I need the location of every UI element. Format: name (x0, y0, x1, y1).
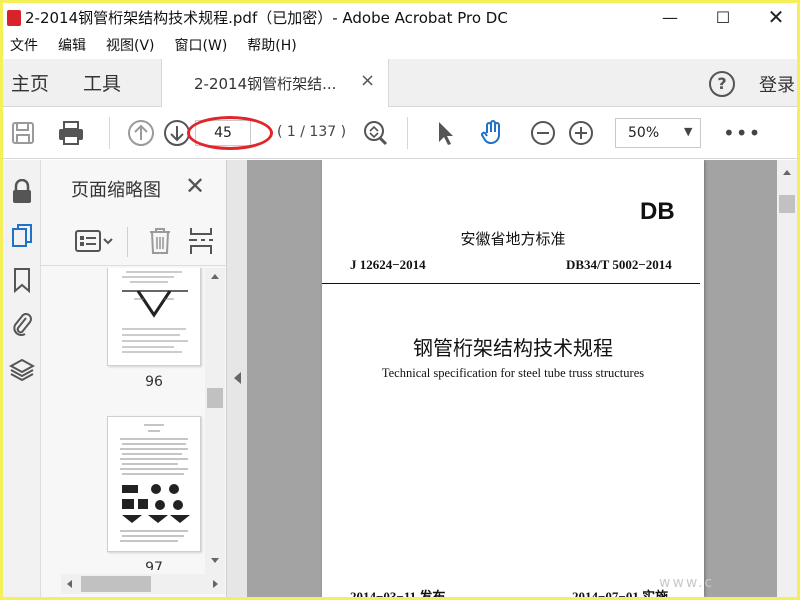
chevron-down-icon: ▼ (684, 125, 693, 138)
tab-document[interactable]: 2-2014钢管桁架结... × (161, 59, 389, 107)
save-icon[interactable] (9, 119, 37, 147)
find-zoom-icon[interactable] (361, 119, 389, 147)
thumbnail-label: 97 (145, 560, 163, 570)
lock-icon[interactable] (8, 178, 36, 206)
panel-close-button[interactable]: ✕ (185, 172, 205, 200)
layers-icon[interactable] (8, 356, 36, 384)
tab-tools[interactable]: 工具 (83, 69, 121, 96)
pdf-page: DB 安徽省地方标准 J 12624−2014 DB34/T 5002−2014… (322, 160, 704, 597)
panel-title: 页面缩略图 (71, 180, 161, 201)
menu-edit[interactable]: 编辑 (51, 35, 93, 57)
document-title-cn: 钢管桁架结构技术规程 (413, 338, 613, 360)
scroll-thumb[interactable] (207, 388, 223, 408)
panel-toolbar (41, 216, 227, 266)
acrobat-window: 2-2014钢管桁架结构技术规程.pdf（已加密）- Adobe Acrobat… (3, 3, 797, 597)
document-scroll-thumb[interactable] (779, 195, 795, 213)
document-vertical-scrollbar[interactable] (777, 160, 797, 597)
tab-document-label: 2-2014钢管桁架结... (194, 75, 337, 93)
thumbnail-vertical-scrollbar[interactable] (205, 268, 225, 574)
scroll-left-arrow-icon[interactable] (67, 580, 72, 588)
toolbar-separator (407, 117, 408, 149)
collapse-arrow-icon (234, 372, 241, 384)
issue-date: 2014−03−11 发布 (350, 589, 446, 597)
maximize-button[interactable]: ☐ (700, 3, 746, 31)
standard-type: 安徽省地方标准 (460, 232, 566, 248)
menu-view[interactable]: 视图(V) (99, 35, 162, 57)
tab-home[interactable]: 主页 (11, 69, 49, 96)
page-thumbnail[interactable] (107, 416, 201, 552)
select-pointer-icon[interactable] (431, 119, 459, 147)
zoom-out-icon[interactable] (529, 119, 557, 147)
acrobat-app-icon (7, 10, 21, 26)
page-total: ( 1 / 137 ) (277, 124, 347, 140)
insert-icon[interactable] (187, 226, 215, 260)
tab-bar: 主页 工具 2-2014钢管桁架结... × ? 登录 (3, 59, 797, 107)
scroll-right-arrow-icon[interactable] (213, 580, 218, 588)
page-up-icon[interactable] (127, 119, 155, 147)
print-icon[interactable] (57, 119, 85, 147)
bookmark-icon[interactable] (8, 266, 36, 294)
page-options-icon[interactable] (75, 228, 113, 258)
effective-date: 2014−07−01 实施 (572, 589, 669, 597)
title-bar: 2-2014钢管桁架结构技术规程.pdf（已加密）- Adobe Acrobat… (3, 3, 797, 33)
thumbnail-label: 96 (145, 374, 163, 390)
thumbnail-list: 96 97 (41, 268, 205, 570)
help-icon[interactable]: ? (709, 71, 735, 97)
login-button[interactable]: 登录 (759, 71, 795, 97)
toolbar: 45 ( 1 / 137 ) 50% ▼ ••• (3, 107, 797, 159)
header-rule (322, 283, 700, 284)
highlight-annotation (187, 116, 273, 150)
zoom-in-icon[interactable] (567, 119, 595, 147)
menu-file[interactable]: 文件 (3, 35, 45, 57)
close-window-button[interactable]: ✕ (753, 3, 797, 31)
document-view[interactable]: DB 安徽省地方标准 J 12624−2014 DB34/T 5002−2014… (247, 160, 777, 597)
minimize-button[interactable]: — (647, 3, 693, 31)
hand-icon[interactable] (479, 119, 507, 147)
scroll-up-arrow-icon[interactable] (211, 274, 219, 279)
more-icon[interactable]: ••• (723, 121, 761, 145)
document-title-en: Technical specification for steel tube t… (381, 366, 645, 380)
zoom-value: 50% (628, 125, 660, 141)
attachment-icon[interactable] (8, 310, 36, 338)
menu-window[interactable]: 窗口(W) (168, 35, 235, 57)
page-thumbnails-panel: 页面缩略图 ✕ 96 97 (41, 160, 227, 597)
menu-help[interactable]: 帮助(H) (240, 35, 303, 57)
page-thumbnail[interactable] (107, 268, 201, 366)
db-number: DB34/T 5002−2014 (566, 257, 672, 272)
window-title: 2-2014钢管桁架结构技术规程.pdf（已加密）- Adobe Acrobat… (25, 9, 508, 27)
watermark: www.c (659, 575, 715, 591)
panel-tool-separator (127, 227, 128, 257)
thumbnail-horizontal-scrollbar[interactable] (61, 574, 225, 594)
standard-code: DB (640, 198, 675, 225)
toolbar-separator (109, 117, 110, 149)
zoom-select[interactable]: 50% ▼ (615, 118, 701, 148)
left-rail (3, 160, 41, 597)
pages-icon[interactable] (8, 222, 36, 250)
tab-close-button[interactable]: × (360, 70, 375, 91)
j-number: J 12624−2014 (350, 257, 426, 272)
scroll-down-arrow-icon[interactable] (211, 558, 219, 563)
panel-collapse-handle[interactable] (227, 160, 247, 597)
delete-icon[interactable] (147, 226, 173, 260)
menu-bar: 文件 编辑 视图(V) 窗口(W) 帮助(H) (3, 35, 797, 57)
doc-scroll-up-arrow-icon[interactable] (783, 170, 791, 175)
hscroll-thumb[interactable] (81, 576, 151, 592)
